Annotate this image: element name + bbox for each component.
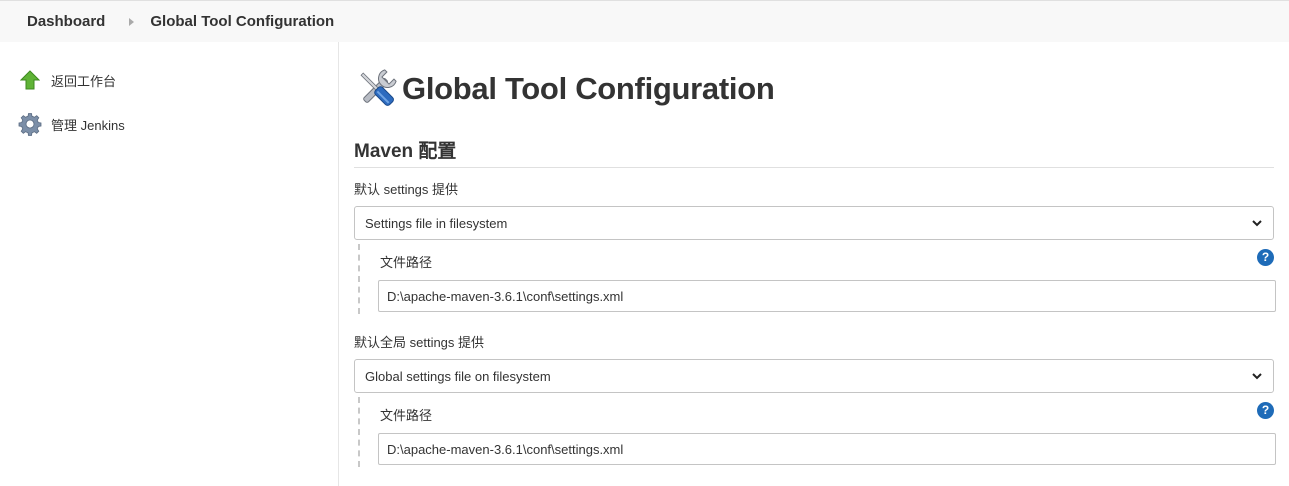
settings-provider-select[interactable]: Settings file in filesystem [354, 206, 1274, 240]
arrow-up-icon [18, 68, 42, 92]
wrench-screwdriver-icon [354, 66, 400, 112]
file-path-label: 文件路径 [380, 255, 433, 270]
global-settings-file-path-input[interactable] [378, 433, 1276, 465]
breadcrumb-global-tool-configuration[interactable]: Global Tool Configuration [150, 13, 334, 30]
breadcrumb: Dashboard Global Tool Configuration [0, 0, 1289, 42]
side-panel: 返回工作台 管理 Jenkins [0, 42, 339, 486]
global-settings-provider-select[interactable]: Global settings file on filesystem [354, 359, 1274, 393]
file-path-label: 文件路径 [380, 408, 433, 423]
help-icon[interactable]: ? [1257, 402, 1274, 419]
settings-file-path-group: 文件路径 ? [358, 244, 1276, 314]
section-title-maven: Maven 配置 [354, 136, 1274, 168]
settings-provider-label: 默认 settings 提供 [354, 182, 459, 197]
breadcrumb-chevron-icon[interactable] [129, 17, 135, 26]
sidebar-item-back-to-dashboard[interactable]: 返回工作台 [18, 68, 116, 92]
sidebar-item-label: 返回工作台 [51, 73, 117, 89]
global-settings-file-path-group: 文件路径 ? [358, 397, 1276, 467]
settings-provider-selected: Settings file in filesystem [365, 215, 508, 231]
global-settings-provider-selected: Global settings file on filesystem [365, 368, 551, 384]
help-icon[interactable]: ? [1257, 249, 1274, 266]
gear-icon [18, 112, 42, 136]
breadcrumb-dashboard[interactable]: Dashboard [27, 13, 105, 30]
sidebar-item-manage-jenkins[interactable]: 管理 Jenkins [18, 112, 125, 136]
sidebar-item-label: 管理 Jenkins [51, 117, 125, 133]
chevron-down-icon [1252, 373, 1262, 380]
settings-file-path-input[interactable] [378, 280, 1276, 312]
chevron-down-icon [1252, 220, 1262, 227]
page-header: Global Tool Configuration [354, 66, 775, 112]
global-settings-provider-label: 默认全局 settings 提供 [354, 335, 485, 350]
page-title: Global Tool Configuration [402, 71, 775, 106]
